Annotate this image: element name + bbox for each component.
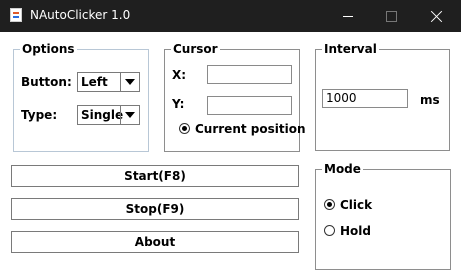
click-mode-label[interactable]: Click (340, 198, 372, 212)
type-select-arrow[interactable] (120, 106, 139, 124)
minimize-button[interactable] (325, 0, 371, 32)
type-select-value: Single (81, 108, 124, 122)
close-button[interactable] (414, 0, 460, 32)
interval-unit: ms (420, 93, 440, 107)
about-button[interactable]: About (11, 231, 299, 253)
chevron-down-icon (125, 79, 135, 85)
start-button[interactable]: Start(F8) (11, 165, 299, 187)
type-label: Type: (21, 108, 58, 122)
chevron-down-icon (125, 112, 135, 118)
stop-button[interactable]: Stop(F9) (11, 198, 299, 220)
type-select[interactable]: Single (77, 105, 140, 125)
options-legend: Options (20, 42, 77, 56)
current-position-label[interactable]: Current position (195, 122, 306, 136)
current-position-radio[interactable] (179, 123, 190, 134)
mode-legend: Mode (322, 162, 363, 176)
y-coordinate-field[interactable] (207, 96, 292, 115)
window-title: NAutoClicker 1.0 (30, 8, 131, 22)
cursor-legend: Cursor (171, 42, 220, 56)
interval-legend: Interval (322, 42, 379, 56)
minimize-icon (343, 15, 353, 17)
hold-mode-radio[interactable] (324, 225, 335, 236)
button-select-value: Left (81, 75, 108, 89)
maximize-icon (385, 10, 397, 22)
mode-group: Mode (315, 162, 451, 270)
hold-mode-label[interactable]: Hold (340, 224, 371, 238)
interval-input[interactable]: 1000 (322, 89, 408, 108)
title-bar[interactable]: NAutoClicker 1.0 (0, 0, 461, 32)
options-group: Options (13, 42, 149, 152)
app-window: NAutoClicker 1.0 Options Button: Left Ty… (0, 0, 461, 278)
app-icon (10, 8, 22, 22)
x-coordinate-field[interactable] (207, 65, 292, 84)
button-select[interactable]: Left (77, 72, 140, 92)
button-label: Button: (21, 75, 72, 89)
x-label: X: (172, 68, 187, 82)
click-mode-radio[interactable] (324, 199, 335, 210)
close-icon (431, 10, 443, 22)
button-select-arrow[interactable] (120, 73, 139, 91)
maximize-button[interactable] (368, 0, 414, 32)
y-label: Y: (172, 97, 185, 111)
